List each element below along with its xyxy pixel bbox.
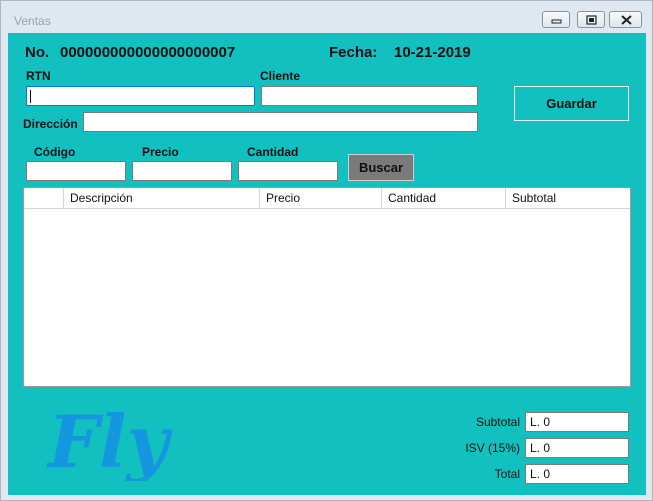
precio-input[interactable]: [132, 161, 232, 181]
row-header-column[interactable]: [24, 188, 64, 208]
maximize-icon: [586, 15, 597, 25]
codigo-label: Código: [34, 145, 76, 159]
close-icon: [621, 15, 632, 25]
invoice-number: 000000000000000000007: [60, 44, 236, 61]
cantidad-label: Cantidad: [247, 145, 299, 159]
cliente-label: Cliente: [260, 69, 301, 83]
form-area: No. 000000000000000000007 Fecha: 10-21-2…: [8, 33, 646, 495]
isv-field[interactable]: L. 0: [525, 438, 629, 458]
window-title: Ventas: [14, 14, 51, 28]
total-field[interactable]: L. 0: [525, 464, 629, 484]
total-label: Total: [494, 467, 520, 481]
rtn-input[interactable]: [26, 86, 255, 106]
direccion-label: Dirección: [23, 117, 78, 131]
subtotal-label: Subtotal: [475, 415, 520, 429]
logo-text: Fly: [46, 399, 172, 481]
column-subtotal[interactable]: Subtotal: [506, 188, 630, 208]
grid-header: Descripción Precio Cantidad Subtotal: [24, 188, 630, 209]
subtotal-field[interactable]: L. 0: [525, 412, 629, 432]
cantidad-input[interactable]: [238, 161, 338, 181]
maximize-button[interactable]: [577, 11, 605, 28]
products-grid[interactable]: Descripción Precio Cantidad Subtotal: [23, 187, 631, 387]
fecha-label: Fecha:: [329, 44, 378, 61]
close-button[interactable]: [609, 11, 642, 28]
precio-label: Precio: [142, 145, 179, 159]
text-caret: [30, 90, 31, 103]
codigo-input[interactable]: [26, 161, 126, 181]
fly-logo: Fly: [46, 399, 172, 481]
direccion-input[interactable]: [83, 112, 478, 132]
column-precio[interactable]: Precio: [260, 188, 382, 208]
minimize-icon: [551, 19, 562, 24]
ventas-window: Ventas No. 000000000000000000007 Fecha: …: [0, 0, 653, 501]
guardar-button[interactable]: Guardar: [514, 86, 629, 121]
minimize-button[interactable]: [542, 11, 570, 28]
title-bar[interactable]: Ventas: [1, 1, 652, 33]
isv-label: ISV (15%): [465, 441, 520, 455]
fecha-value: 10-21-2019: [394, 44, 471, 61]
column-cantidad[interactable]: Cantidad: [382, 188, 506, 208]
buscar-button[interactable]: Buscar: [348, 154, 414, 181]
rtn-label: RTN: [26, 69, 51, 83]
cliente-input[interactable]: [261, 86, 478, 106]
no-label: No.: [25, 44, 50, 61]
column-descripcion[interactable]: Descripción: [64, 188, 260, 208]
